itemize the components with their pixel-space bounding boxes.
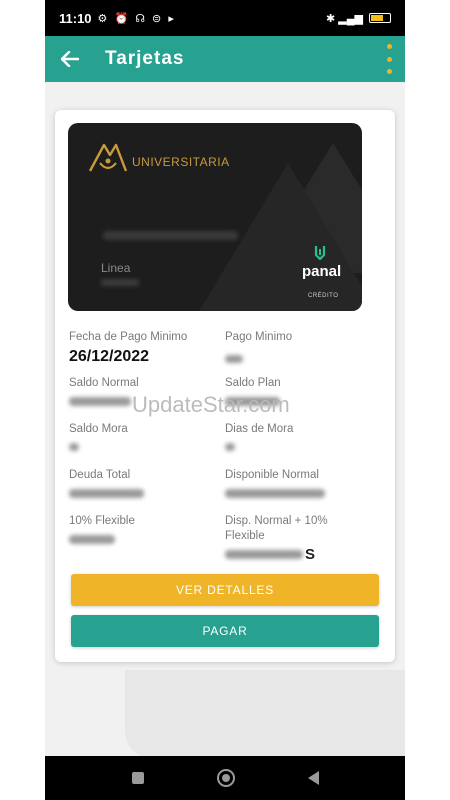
field-value: 26/12/2022 <box>69 348 150 365</box>
field-flexible: 10% Flexible <box>69 514 135 544</box>
field-disponible-normal: Disponible Normal <box>225 468 325 498</box>
field-deuda-total: Deuda Total <box>69 468 144 498</box>
card-number-blurred <box>103 231 238 240</box>
field-value-blurred <box>69 535 115 544</box>
field-value-blurred <box>69 489 144 498</box>
ver-detalles-button[interactable]: VER DETALLES <box>71 574 379 606</box>
field-label: Saldo Plan <box>225 377 281 389</box>
field-value-blurred <box>225 443 235 451</box>
card-panel: UNIVERSITARIA Linea panal CRÉDITO Fecha … <box>55 110 395 662</box>
recents-square-icon[interactable] <box>131 772 144 784</box>
field-label: Pago Minimo <box>225 331 293 343</box>
more-vertical-icon[interactable] <box>381 44 397 74</box>
card-line-label: Linea <box>101 261 131 275</box>
status-right: ✱ ▂▄▆ <box>326 12 391 25</box>
field-label: Fecha de Pago Minimo <box>69 331 188 343</box>
card-type: CRÉDITO <box>308 293 339 299</box>
credit-card-image: UNIVERSITARIA Linea panal CRÉDITO <box>68 123 362 311</box>
field-pago-minimo: Pago Minimo <box>225 330 292 363</box>
status-left: 11:10 ⚙ ⏰ ☊ ⊜ ▸ <box>59 11 176 26</box>
home-circle-icon[interactable] <box>216 769 235 787</box>
field-value-blurred <box>225 550 303 559</box>
system-nav-bar <box>45 756 405 800</box>
watermark-text: UpdateStar.com <box>132 392 290 417</box>
status-bar: 11:10 ⚙ ⏰ ☊ ⊜ ▸ ✱ ▂▄▆ <box>45 0 405 36</box>
field-dias-mora: Dias de Mora <box>225 422 293 451</box>
card-line-value-blurred <box>101 279 139 286</box>
battery-icon <box>369 13 391 23</box>
field-label: 10% Flexible <box>69 515 135 527</box>
field-saldo-mora: Saldo Mora <box>69 422 128 451</box>
field-value-blurred <box>225 489 325 498</box>
card-brand: UNIVERSITARIA <box>132 155 230 169</box>
field-label: Dias de Mora <box>225 423 294 435</box>
field-fecha-pago-minimo: Fecha de Pago Minimo 26/12/2022 <box>69 330 187 366</box>
page-title: Tarjetas <box>105 48 185 69</box>
back-triangle-icon[interactable] <box>307 771 319 785</box>
pagar-button[interactable]: PAGAR <box>71 615 379 647</box>
notification-icons: ⚙ ⏰ ☊ ⊜ ▸ <box>97 12 176 25</box>
field-label: Disp. Normal + 10% Flexible <box>225 515 328 542</box>
partner-logo-text: panal <box>302 263 342 280</box>
field-label: Saldo Normal <box>69 377 139 389</box>
field-value-blurred <box>69 443 79 451</box>
back-arrow-icon[interactable] <box>45 36 95 82</box>
status-time: 11:10 <box>59 10 92 26</box>
field-label: Disponible Normal <box>225 469 319 481</box>
field-value-blurred <box>225 355 243 363</box>
background-decoration <box>125 670 405 760</box>
field-saldo-normal: Saldo Normal <box>69 376 139 406</box>
signal-icon: ✱ ▂▄▆ <box>326 12 363 25</box>
field-value-blurred <box>69 397 131 406</box>
field-value-suffix: S <box>305 546 316 563</box>
field-label: Deuda Total <box>69 469 131 481</box>
app-bar: Tarjetas <box>45 36 405 82</box>
field-disp-normal-flexible: Disp. Normal + 10% Flexible S <box>225 514 355 563</box>
field-label: Saldo Mora <box>69 423 128 435</box>
universitaria-logo-icon <box>86 139 130 180</box>
